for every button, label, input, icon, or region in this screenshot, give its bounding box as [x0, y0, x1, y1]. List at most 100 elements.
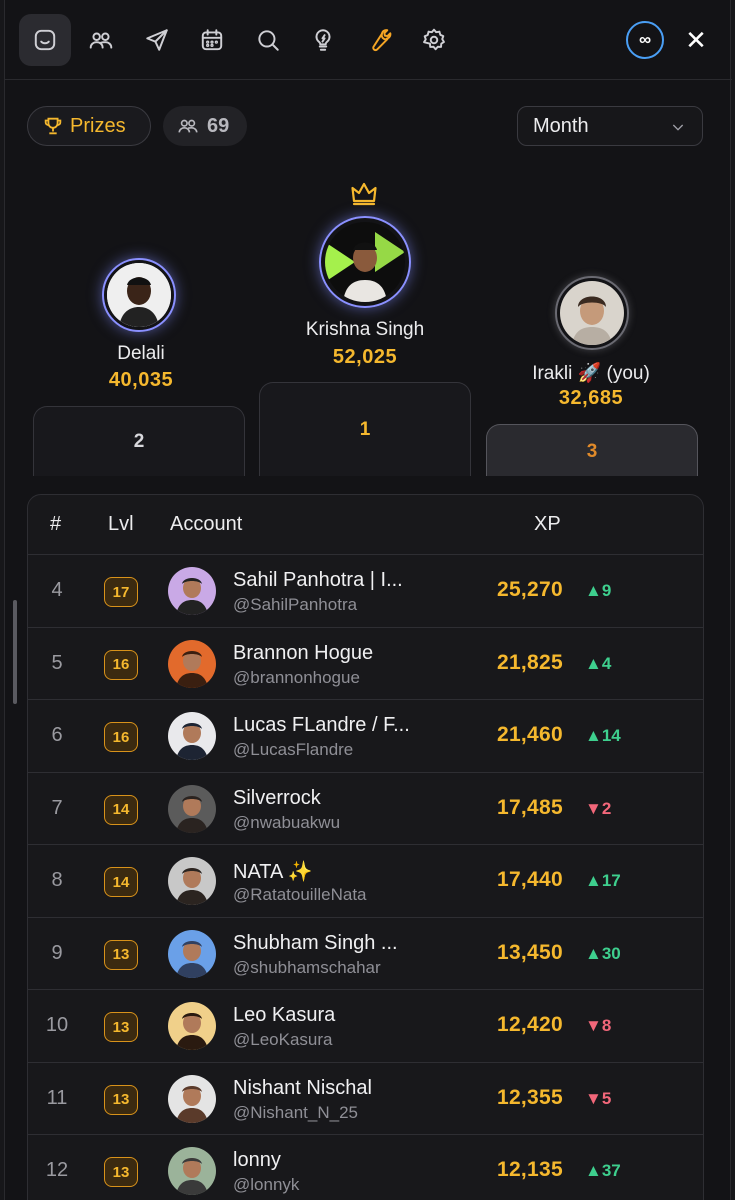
level-badge: 16: [104, 722, 138, 752]
podium-2-place: 2: [133, 431, 145, 452]
row-rank: 11: [46, 1086, 68, 1109]
account-name[interactable]: Lucas FLandre / F...: [233, 714, 410, 737]
avatar-irakli[interactable]: [560, 281, 624, 345]
avatar[interactable]: [168, 784, 216, 833]
search-icon[interactable]: [242, 14, 294, 66]
users-icon[interactable]: [75, 14, 127, 66]
rank-change: ▲4: [585, 653, 612, 673]
send-icon[interactable]: [131, 14, 183, 66]
row-rank: 6: [51, 724, 63, 746]
table-row[interactable]: 7 14 Silverrock @nwabuakwu 17,485 ▼2: [28, 773, 703, 845]
account-name[interactable]: Nishant Nischal: [233, 1077, 372, 1100]
podium-1-name: Krishna Singh: [305, 319, 425, 340]
table-row[interactable]: 5 16 Brannon Hogue @brannonhogue 21,825 ▲4: [28, 628, 703, 700]
row-rank: 8: [51, 869, 63, 891]
row-rank: 4: [51, 579, 63, 601]
podium-1-place: 1: [359, 419, 371, 440]
leaderboard-window: ∞ ✕ Prizes 69 Month Delali 40,035 2 Kris…: [4, 0, 732, 1200]
account-handle: @nwabuakwu: [233, 812, 341, 832]
period-select[interactable]: Month: [517, 106, 703, 146]
gear-icon[interactable]: [408, 14, 460, 66]
leaderboard-table: # Lvl Account XP 4 17 Sahil Panhotra | I..…: [27, 494, 704, 1200]
table-row[interactable]: 10 13 Leo Kasura @LeoKasura 12,420 ▼8: [28, 990, 703, 1063]
table-row[interactable]: 4 17 Sahil Panhotra | I... @SahilPanhotra 25…: [28, 555, 703, 628]
users-icon: [178, 119, 198, 133]
header-lvl: Lvl: [108, 513, 134, 535]
level-badge: 17: [104, 577, 138, 607]
row-rank: 9: [51, 941, 63, 964]
close-button[interactable]: ✕: [681, 25, 711, 55]
chevron-down-icon: [672, 124, 684, 131]
account-handle: @LucasFlandre: [233, 740, 354, 759]
prizes-label: Prizes: [70, 114, 126, 137]
rank-change: ▲9: [585, 581, 612, 600]
account-handle: @LeoKasura: [233, 1030, 333, 1049]
account-handle: @lonnyk: [233, 1175, 300, 1194]
level-badge: 14: [104, 794, 138, 825]
prizes-button[interactable]: Prizes: [27, 106, 151, 146]
avatar[interactable]: [168, 1002, 216, 1050]
rank-change: ▲30: [585, 943, 621, 963]
account-handle: @RatatouilleNata: [233, 885, 367, 904]
xp-value: 13,450: [496, 940, 563, 964]
period-value: Month: [533, 114, 589, 137]
wrench-icon[interactable]: [353, 14, 405, 66]
rank-change: ▼8: [585, 1016, 612, 1035]
avatar[interactable]: [168, 929, 216, 978]
level-badge: 13: [104, 939, 138, 970]
table-row[interactable]: 12 13 lonny @lonnyk 12,135 ▲37: [28, 1135, 703, 1200]
avatar-krishna-singh[interactable]: [325, 222, 405, 302]
home-icon[interactable]: [19, 14, 71, 66]
account-handle: @SahilPanhotra: [233, 595, 358, 614]
podium-1-block: 1: [259, 382, 471, 476]
row-rank: 7: [51, 796, 63, 819]
podium-3-name: Irakli 🚀 (you): [532, 363, 650, 384]
podium-2-name: Delali: [117, 343, 165, 364]
table-header: # Lvl Account XP: [28, 495, 703, 555]
xp-value: 17,440: [496, 868, 563, 891]
avatar[interactable]: [168, 639, 216, 688]
table-row[interactable]: 9 13 Shubham Singh ... @shubhamschahar 13,45…: [28, 918, 703, 990]
account-handle: @Nishant_N_25: [233, 1102, 358, 1122]
avatar[interactable]: [168, 857, 216, 905]
rank-change: ▲37: [585, 1161, 621, 1180]
members-count-button[interactable]: 69: [163, 106, 247, 146]
row-rank: 5: [51, 651, 63, 674]
header-rank: #: [50, 513, 62, 535]
avatar[interactable]: [168, 1147, 216, 1195]
podium-1-xp: 52,025: [332, 346, 398, 368]
table-row[interactable]: 11 13 Nishant Nischal @Nishant_N_25 12,355 ▼5: [28, 1063, 703, 1135]
account-name[interactable]: Shubham Singh ...: [233, 932, 398, 955]
table-row[interactable]: 8 14 NATA ✨ @RatatouilleNata 17,440 ▲17: [28, 845, 703, 918]
account-name[interactable]: Leo Kasura: [233, 1004, 335, 1027]
row-rank: 12: [45, 1159, 69, 1181]
row-rank: 10: [45, 1014, 69, 1036]
avatar-delali[interactable]: [107, 263, 171, 327]
xp-value: 12,355: [496, 1085, 563, 1109]
account-name[interactable]: Brannon Hogue: [233, 642, 373, 665]
podium-3-place: 3: [586, 441, 598, 462]
account-name[interactable]: Sahil Panhotra | I...: [233, 569, 403, 592]
podium-2-xp: 40,035: [108, 369, 174, 391]
avatar[interactable]: [168, 712, 216, 760]
account-name[interactable]: Silverrock: [233, 787, 321, 810]
table-row[interactable]: 6 16 Lucas FLandre / F... @LucasFlandre 21,4…: [28, 700, 703, 773]
account-handle: @shubhamschahar: [233, 957, 381, 977]
calendar-icon[interactable]: [186, 14, 238, 66]
lightbulb-icon[interactable]: [297, 14, 349, 66]
scrollbar[interactable]: [13, 600, 17, 704]
level-badge: 13: [104, 1157, 138, 1187]
rank-change: ▼2: [585, 798, 612, 818]
account-handle: @brannonhogue: [233, 667, 360, 687]
avatar[interactable]: [168, 1074, 216, 1123]
account-name[interactable]: lonny: [233, 1149, 281, 1172]
level-badge: 14: [104, 867, 138, 897]
trophy-icon: [44, 117, 62, 135]
rank-change: ▲14: [585, 726, 621, 745]
top-nav: ∞ ✕: [5, 0, 732, 80]
podium-3-block: 3: [486, 424, 698, 476]
avatar[interactable]: [168, 567, 216, 615]
level-badge: 13: [104, 1012, 138, 1042]
infinity-button[interactable]: ∞: [626, 21, 664, 59]
account-name[interactable]: NATA ✨: [233, 859, 313, 884]
